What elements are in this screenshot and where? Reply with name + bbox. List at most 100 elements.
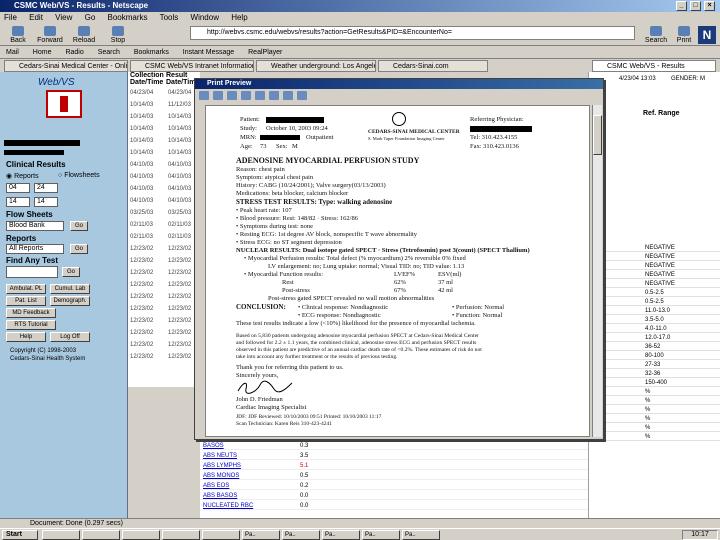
search-button[interactable]: Search (642, 26, 670, 44)
next-page-icon[interactable] (255, 91, 265, 100)
taskbar-task[interactable] (202, 530, 240, 540)
tab-results[interactable]: CSMC Web/VS - Results (592, 60, 716, 72)
test-name-link[interactable]: ABS BASOS (203, 492, 237, 500)
help-button[interactable]: Help (6, 332, 46, 342)
menu-tools[interactable]: Tools (160, 13, 179, 22)
page-setup-icon[interactable] (213, 91, 223, 100)
demographics-button[interactable]: Demograph. (50, 296, 90, 306)
list-item[interactable]: 04/23/04 04/23/04 (128, 90, 200, 102)
taskbar-task[interactable] (82, 530, 120, 540)
menu-help[interactable]: Help (231, 13, 247, 22)
reports-select[interactable]: All Reports (6, 244, 64, 254)
menu-bookmarks[interactable]: Bookmarks (108, 13, 148, 22)
list-item[interactable]: 12/23/02 12/23/02 (128, 294, 200, 306)
flow-sheet-go-button[interactable]: Go (70, 221, 88, 231)
reports-radio[interactable]: ◉ Reports (6, 172, 39, 180)
menu-edit[interactable]: Edit (29, 13, 43, 22)
list-item[interactable]: 10/14/03 10/14/03 (128, 114, 200, 126)
flowsheets-radio[interactable]: ○ Flowsheets (58, 172, 100, 179)
tab-weather[interactable]: Weather underground: Los Angeles, Calif.… (256, 60, 376, 72)
tab-csmc-online[interactable]: Cedars-Sinai Medical Center - Online (4, 60, 128, 72)
from-day-select[interactable]: 24 (34, 183, 58, 193)
menu-go[interactable]: Go (85, 13, 96, 22)
bookmark-bookmarks[interactable]: Bookmarks (134, 49, 169, 56)
list-item[interactable]: 12/23/02 12/23/02 (128, 342, 200, 354)
to-month-select[interactable]: 14 (6, 197, 30, 207)
bookmark-realplayer[interactable]: RealPlayer (248, 49, 282, 56)
minimize-button[interactable]: _ (676, 1, 687, 11)
tab-cedars-sinai[interactable]: Cedars-Sinai.com (378, 60, 488, 72)
list-item[interactable]: 12/23/02 12/23/02 (128, 270, 200, 282)
close-button[interactable]: × (704, 1, 715, 11)
flow-sheet-select[interactable]: Blood Bank (6, 221, 64, 231)
stop-button[interactable]: Stop (104, 26, 132, 44)
list-item[interactable]: 12/23/02 12/23/02 (128, 330, 200, 342)
list-item[interactable]: 10/14/03 10/14/03 (128, 126, 200, 138)
reports-go-button[interactable]: Go (70, 244, 88, 254)
taskbar-task[interactable]: Pa.. (322, 530, 360, 540)
first-page-icon[interactable] (227, 91, 237, 100)
find-test-input[interactable] (6, 266, 58, 278)
start-button[interactable]: Start (2, 530, 38, 540)
print-icon[interactable] (199, 91, 209, 100)
previous-page-icon[interactable] (241, 91, 251, 100)
zoom-icon[interactable] (283, 91, 293, 100)
preview-scrollbar[interactable] (592, 105, 602, 437)
last-page-icon[interactable] (269, 91, 279, 100)
forward-button[interactable]: Forward (36, 26, 64, 44)
back-button[interactable]: Back (4, 26, 32, 44)
test-name-link[interactable]: NUCLEATED RBC (203, 502, 253, 510)
menu-view[interactable]: View (55, 13, 72, 22)
menu-file[interactable]: File (4, 13, 17, 22)
list-item[interactable]: 04/10/03 04/10/03 (128, 162, 200, 174)
tab-intranet[interactable]: CSMC Web/VS Intranet Information (130, 60, 254, 72)
from-month-select[interactable]: 04 (6, 183, 30, 193)
scrollbar-thumb[interactable] (593, 115, 602, 155)
menu-window[interactable]: Window (191, 13, 219, 22)
print-button[interactable]: Print (670, 26, 698, 44)
list-item[interactable]: 10/14/03 10/14/03 (128, 150, 200, 162)
test-name-link[interactable]: BASOS (203, 442, 224, 450)
taskbar-task[interactable]: Pa.. (282, 530, 320, 540)
reload-button[interactable]: Reload (70, 26, 98, 44)
taskbar-task[interactable]: Pa.. (242, 530, 280, 540)
close-preview-icon[interactable] (297, 91, 307, 100)
to-day-select[interactable]: 14 (34, 197, 58, 207)
list-item[interactable]: 10/14/03 10/14/03 (128, 138, 200, 150)
rts-tutorial-button[interactable]: RTS Tutorial (6, 320, 56, 330)
taskbar-task[interactable] (42, 530, 80, 540)
test-name-link[interactable]: ABS EOS (203, 482, 229, 490)
bookmark-home[interactable]: Home (33, 49, 52, 56)
location-field[interactable]: http://webvs.csmc.edu/webvs/results?acti… (190, 26, 635, 40)
test-name-link[interactable]: ABS LYMPHS (203, 462, 241, 470)
bookmark-radio[interactable]: Radio (65, 49, 83, 56)
test-name-link[interactable]: ABS NEUTS (203, 452, 237, 460)
cumulative-lab-button[interactable]: Cumul. Lab (50, 284, 90, 294)
taskbar-task[interactable] (122, 530, 160, 540)
test-name-link[interactable]: ABS MONOS (203, 472, 239, 480)
bookmark-instant-message[interactable]: Instant Message (183, 49, 234, 56)
list-item[interactable]: 04/10/03 04/10/03 (128, 186, 200, 198)
list-item[interactable]: 04/10/03 04/10/03 (128, 174, 200, 186)
list-item[interactable]: 12/23/02 12/23/02 (128, 318, 200, 330)
bookmark-search[interactable]: Search (98, 49, 120, 56)
taskbar-task[interactable] (162, 530, 200, 540)
list-item[interactable]: 12/23/02 12/23/02 (128, 282, 200, 294)
bookmark-mail[interactable]: Mail (6, 49, 19, 56)
maximize-button[interactable]: □ (690, 1, 701, 11)
md-feedback-button[interactable]: MD Feedback (6, 308, 56, 318)
list-item[interactable]: 12/23/02 12/23/02 (128, 306, 200, 318)
list-item[interactable]: 10/14/03 11/12/03 (128, 102, 200, 114)
list-item[interactable]: 12/23/02 12/23/02 (128, 354, 200, 366)
log-off-button[interactable]: Log Off (50, 332, 90, 342)
list-item[interactable]: 02/11/03 02/11/03 (128, 222, 200, 234)
find-test-go-button[interactable]: Go (62, 267, 80, 277)
list-item[interactable]: 12/23/02 12/23/02 (128, 246, 200, 258)
list-item[interactable]: 03/25/03 03/25/03 (128, 210, 200, 222)
list-item[interactable]: 02/11/03 02/11/03 (128, 234, 200, 246)
taskbar-task[interactable]: Pa.. (402, 530, 440, 540)
patient-list-button[interactable]: Pat. List (6, 296, 46, 306)
list-item[interactable]: 04/10/03 04/10/03 (128, 198, 200, 210)
ambulatory-pl-button[interactable]: Ambulat. PL (6, 284, 46, 294)
list-item[interactable]: 12/23/02 12/23/02 (128, 258, 200, 270)
